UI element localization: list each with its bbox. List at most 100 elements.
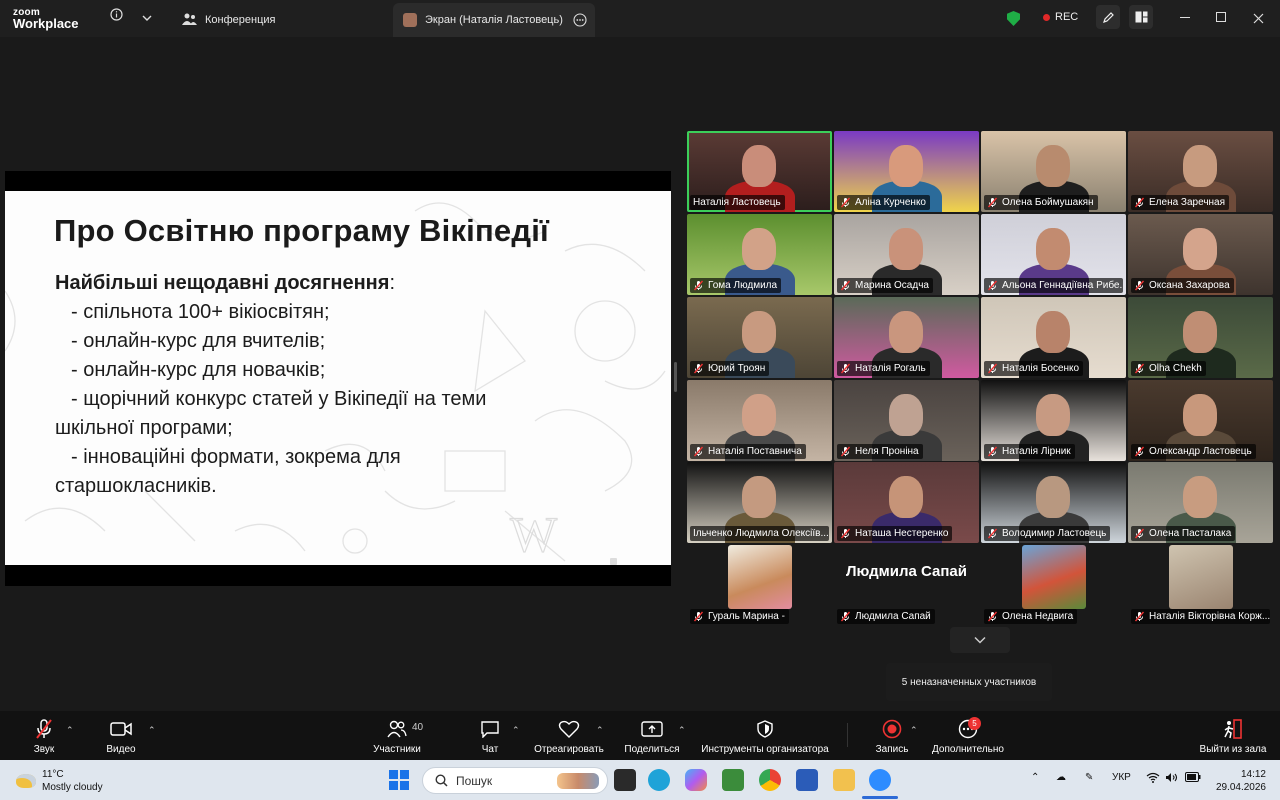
participant-name: Олена Боймушакян — [1002, 197, 1094, 208]
slide-title: Про Освітню програму Вікіпедії — [54, 213, 549, 248]
close-icon[interactable] — [1253, 11, 1264, 29]
participant-tile[interactable]: Наталія Рогаль — [834, 297, 979, 378]
share-button[interactable]: Поделиться — [622, 711, 682, 760]
copilot-icon[interactable] — [685, 769, 707, 791]
wifi-icon[interactable] — [1146, 772, 1160, 786]
participant-video-face — [742, 145, 776, 187]
task-view-icon[interactable] — [614, 769, 636, 791]
participant-tile[interactable]: Елена Заречная — [1128, 131, 1273, 212]
rec-dot-icon — [1043, 13, 1050, 21]
participant-tile[interactable]: Оксана Захарова — [1128, 214, 1273, 295]
system-clock[interactable]: 14:12 29.04.2026 — [1214, 768, 1266, 794]
participant-tile[interactable]: Olha Chekh — [1128, 297, 1273, 378]
mic-muted-icon — [693, 280, 704, 291]
chevron-down-icon[interactable] — [142, 10, 152, 25]
participant-tile[interactable]: Аліна Курченко — [834, 131, 979, 212]
video-button[interactable]: Видео — [104, 711, 138, 760]
participant-name-label: Олена Боймушакян — [984, 195, 1098, 210]
participant-tile[interactable]: Альона Геннадіївна Рибе... — [981, 214, 1126, 295]
participant-video-face — [742, 476, 776, 518]
chrome-icon[interactable] — [759, 769, 781, 791]
participant-tile[interactable]: Наталія Лірник — [981, 380, 1126, 461]
participant-name-label: Альона Геннадіївна Рибе... — [984, 278, 1123, 293]
search-highlight-image — [557, 773, 599, 789]
more-options-icon[interactable] — [573, 13, 587, 30]
volume-icon[interactable] — [1165, 772, 1178, 786]
participant-tile[interactable]: Марина Осадча — [834, 214, 979, 295]
maximize-icon[interactable] — [1216, 12, 1226, 22]
mic-muted-icon — [693, 611, 704, 622]
weather-desc: Mostly cloudy — [42, 782, 103, 793]
split-view-handle[interactable] — [674, 362, 677, 392]
annotate-pen-icon[interactable] — [1096, 5, 1120, 29]
more-button[interactable]: Дополнительно — [930, 711, 1006, 760]
participant-tile[interactable]: Олена Недвига — [981, 545, 1126, 626]
presentation-slide: W Про Освітню програму Вікіпедії Найбіль… — [5, 191, 671, 565]
pen-icon[interactable]: ✎ — [1085, 772, 1093, 783]
chat-bubble-icon — [478, 718, 502, 740]
participant-tile[interactable]: Наталія Поставнича — [687, 380, 832, 461]
chat-caret-icon[interactable]: ⌃ — [512, 725, 520, 736]
participant-tile[interactable]: Наташа Нестеренко — [834, 462, 979, 543]
participant-video-face — [1183, 394, 1217, 436]
participant-tile[interactable]: Ільченко Людмила Олексіїв... — [687, 462, 832, 543]
participant-profile-picture — [1169, 545, 1233, 609]
audio-caret-icon[interactable]: ⌃ — [66, 725, 74, 736]
tab-screen-share[interactable]: Экран (Наталія Ластовець) — [393, 3, 595, 37]
react-caret-icon[interactable]: ⌃ — [596, 725, 604, 736]
cloud-icon[interactable]: ☁ — [1056, 772, 1066, 783]
record-caret-icon[interactable]: ⌃ — [910, 725, 918, 736]
host-tools-button[interactable]: Инструменты организатора — [698, 711, 832, 760]
gallery-expand-button[interactable] — [950, 627, 1010, 653]
audio-button[interactable]: Звук — [26, 711, 62, 760]
edge-icon[interactable] — [648, 769, 670, 791]
meet-icon[interactable] — [722, 769, 744, 791]
info-icon[interactable] — [110, 8, 123, 24]
mic-muted-icon — [840, 528, 851, 539]
people-icon — [182, 13, 197, 28]
tab-meeting[interactable]: Конференция — [172, 3, 285, 37]
participants-button[interactable]: Участники — [370, 711, 424, 760]
windows-start-icon[interactable] — [389, 770, 409, 795]
participant-tile[interactable]: Володимир Ластовець — [981, 462, 1126, 543]
security-shield-icon[interactable] — [1007, 11, 1020, 26]
share-caret-icon[interactable]: ⌃ — [678, 725, 686, 736]
participant-tile[interactable]: Гома Людмила — [687, 214, 832, 295]
participant-tile[interactable]: Наталія Ластовець — [687, 131, 832, 212]
file-explorer-icon[interactable] — [833, 769, 855, 791]
participant-tile[interactable]: Юрий Троян — [687, 297, 832, 378]
participant-name: Ільченко Людмила Олексіїв... — [693, 528, 829, 539]
language-indicator[interactable]: УКР — [1112, 772, 1131, 783]
participant-profile-picture — [728, 545, 792, 609]
weather-widget[interactable]: 11°C Mostly cloudy — [16, 768, 103, 794]
participant-video-face — [889, 145, 923, 187]
battery-icon[interactable] — [1185, 772, 1201, 785]
participant-tile[interactable]: Олена Пасталака — [1128, 462, 1273, 543]
participant-name: Аліна Курченко — [855, 197, 926, 208]
participant-name: Наталія Рогаль — [855, 363, 926, 374]
chat-button[interactable]: Чат — [478, 711, 502, 760]
participant-tile[interactable]: Гураль Марина - — [687, 545, 832, 626]
video-caret-icon[interactable]: ⌃ — [148, 725, 156, 736]
word-icon[interactable] — [796, 769, 818, 791]
react-button[interactable]: Отреагировать — [532, 711, 606, 760]
share-control-icon[interactable] — [610, 558, 617, 565]
recording-indicator[interactable]: REC — [1043, 11, 1078, 23]
slide-subtitle-colon: : — [389, 272, 395, 294]
view-layout-icon[interactable] — [1129, 5, 1153, 29]
participant-tile[interactable]: Людмила Сапай Людмила Сапай — [834, 545, 979, 626]
zoom-app-icon[interactable] — [869, 769, 891, 791]
participant-tile[interactable]: Неля Проніна — [834, 380, 979, 461]
participant-tile[interactable]: Олена Боймушакян — [981, 131, 1126, 212]
search-placeholder: Пошук — [456, 773, 493, 788]
participant-tile[interactable]: Наталія Босенко — [981, 297, 1126, 378]
leave-button[interactable]: Выйти из зала — [1198, 711, 1268, 760]
record-button[interactable]: Запись — [872, 711, 912, 760]
show-hidden-icons[interactable]: ⌃ — [1031, 772, 1039, 783]
taskbar-search[interactable]: Пошук — [422, 767, 608, 794]
participant-name-label: Юрий Троян — [690, 361, 770, 376]
participant-name: Альона Геннадіївна Рибе... — [1002, 280, 1123, 291]
participant-tile[interactable]: Наталія Вікторівна Корж... — [1128, 545, 1273, 626]
participant-tile[interactable]: Олександр Ластовець — [1128, 380, 1273, 461]
minimize-icon[interactable] — [1180, 17, 1190, 18]
